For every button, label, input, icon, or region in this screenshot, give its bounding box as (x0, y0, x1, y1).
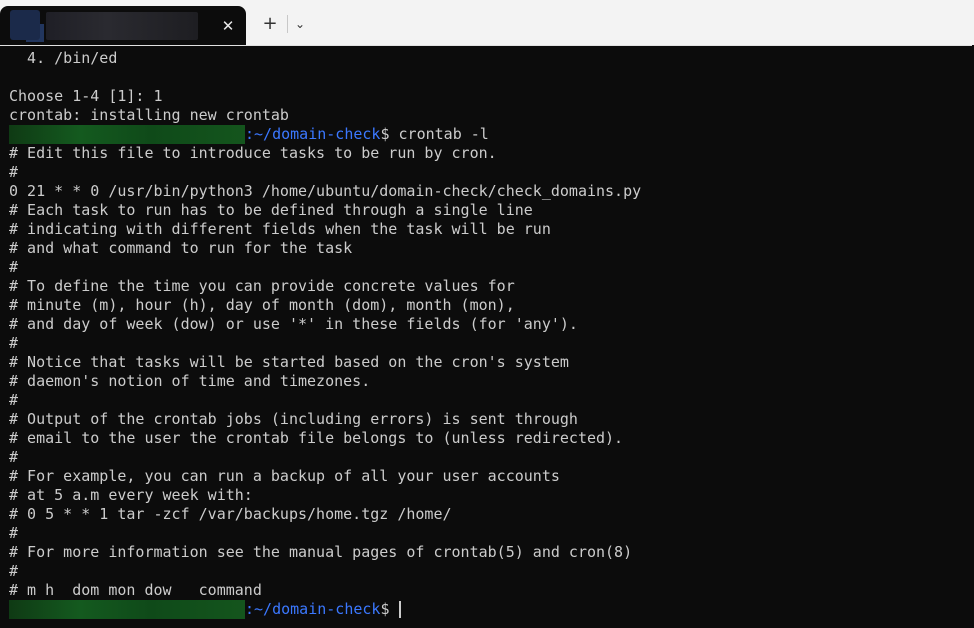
output-line: # (9, 448, 19, 466)
output-line: # Each task to run has to be defined thr… (9, 201, 533, 219)
output-line: # (9, 524, 19, 542)
prompt-command: $ (380, 600, 399, 618)
terminal-output[interactable]: 4. /bin/ed Choose 1-4 [1]: 1 crontab: inst… (0, 45, 974, 628)
new-tab-button[interactable]: + (258, 12, 282, 36)
output-line: # daemon's notion of time and timezones. (9, 372, 371, 390)
output-line: 4. /bin/ed (9, 49, 118, 67)
chevron-down-icon[interactable]: ⌄ (290, 12, 310, 36)
output-line: # and what command to run for the task (9, 239, 353, 257)
output-line: # indicating with different fields when … (9, 220, 551, 238)
output-line: Choose 1-4 [1]: 1 (9, 87, 163, 105)
user-host-redacted (9, 125, 245, 144)
output-line: # (9, 258, 19, 276)
text-cursor (398, 601, 401, 618)
output-line: # (9, 562, 19, 580)
tab-divider (287, 15, 288, 33)
output-line: # email to the user the crontab file bel… (9, 429, 624, 447)
output-line: # (9, 334, 19, 352)
output-line: # and day of week (dow) or use '*' in th… (9, 315, 578, 333)
output-line: # m h dom mon dow command (9, 581, 262, 599)
output-line: crontab: installing new crontab (9, 106, 289, 124)
output-line: # For example, you can run a backup of a… (9, 467, 560, 485)
output-line: # (9, 163, 19, 181)
output-line: # at 5 a.m every week with: (9, 486, 253, 504)
prompt-path: :~/domain-check (245, 125, 381, 143)
output-line: # For more information see the manual pa… (9, 543, 633, 561)
output-line: # minute (m), hour (h), day of month (do… (9, 296, 515, 314)
tab-title-redacted (46, 12, 198, 40)
output-line: # To define the time you can provide con… (9, 277, 515, 295)
tab-bar: ✕ + ⌄ (0, 0, 974, 46)
output-line: # (9, 391, 19, 409)
output-line: # Notice that tasks will be started base… (9, 353, 569, 371)
prompt-line: :~/domain-check$ crontab -l (9, 125, 974, 144)
close-icon[interactable]: ✕ (216, 14, 240, 38)
prompt-path: :~/domain-check (245, 600, 381, 618)
output-line: # Edit this file to introduce tasks to b… (9, 144, 497, 162)
output-line: # Output of the crontab jobs (including … (9, 410, 578, 428)
tab-active[interactable]: ✕ (0, 6, 246, 45)
prompt-command: $ crontab -l (380, 125, 489, 143)
output-line: 0 21 * * 0 /usr/bin/python3 /home/ubuntu… (9, 182, 642, 200)
output-line: # 0 5 * * 1 tar -zcf /var/backups/home.t… (9, 505, 452, 523)
terminal-window: ✕ + ⌄ 4. /bin/ed Choose 1-4 [1]: 1 crontab… (0, 0, 974, 628)
prompt-line: :~/domain-check$ (9, 600, 974, 619)
user-host-redacted (9, 600, 245, 619)
tab-app-icon (10, 10, 40, 40)
